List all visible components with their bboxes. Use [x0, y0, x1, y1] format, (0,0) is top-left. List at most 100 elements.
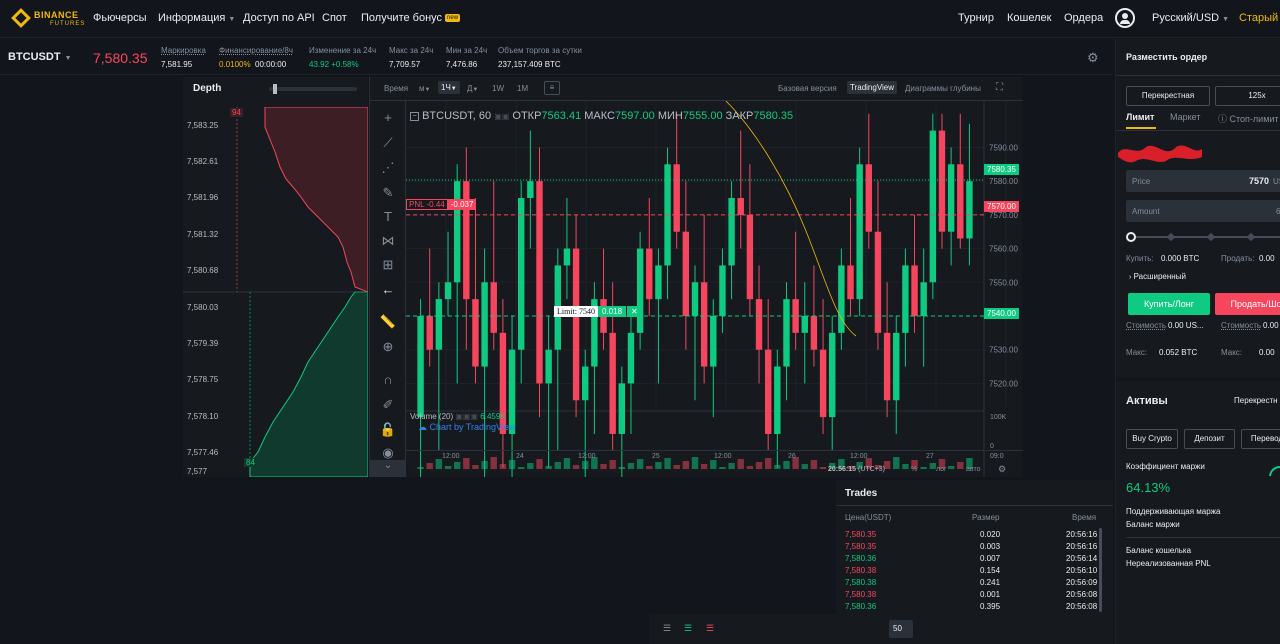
orderbook-both-icon[interactable]: ☰	[663, 623, 671, 634]
chevron-right-icon: ›	[1129, 274, 1132, 281]
trendline-icon[interactable]: ⟋	[379, 134, 397, 152]
low-value: 7,476.86	[446, 60, 478, 69]
leverage-button[interactable]: 125x	[1215, 86, 1280, 106]
close-icon[interactable]: ✕	[627, 306, 642, 317]
old-version-link[interactable]: Старый с	[1239, 12, 1280, 24]
lock-drawing-icon[interactable]: ✐	[379, 396, 397, 414]
auto-scale-button[interactable]: авто	[966, 466, 980, 473]
back-arrow-icon[interactable]: ←	[379, 281, 397, 299]
chart-settings-gear-icon[interactable]: ⚙	[998, 464, 1006, 475]
text-icon[interactable]: T	[379, 208, 397, 226]
order-panel-title: Разместить ордер	[1126, 52, 1208, 62]
amount-slider[interactable]	[1126, 232, 1280, 242]
drawing-toolbar: + ⟋ ⋰ ✎ T ⋈ ⊞ ← 📏 ⊕ ∩ ✐ 🔓 ◉ ⌄	[370, 101, 406, 477]
candle-body	[874, 231, 882, 333]
candle-body	[893, 332, 900, 401]
tab-stop-limit[interactable]: ⓘ Стоп-лимит	[1218, 112, 1279, 125]
time-tick: 12:00	[442, 453, 460, 460]
nav-orders[interactable]: Ордера	[1064, 12, 1103, 24]
buy-long-button[interactable]: Купить/Лонг	[1128, 293, 1210, 315]
candle-body	[609, 332, 616, 434]
candle-body	[764, 349, 772, 434]
trade-time: 20:56:14	[1066, 554, 1098, 563]
volume-legend-icons[interactable]: ▣▣▣	[455, 412, 478, 421]
nav-info[interactable]: Информация ▼	[158, 12, 235, 24]
nav-bonus-label: Получите бонус	[361, 12, 443, 24]
brush-icon[interactable]: ✎	[379, 184, 397, 202]
binance-logo[interactable]: BINANCE FUTURES	[10, 7, 90, 31]
crosshair-icon[interactable]: +	[379, 109, 397, 127]
indicators-icon[interactable]: ≡	[544, 81, 560, 95]
trades-scrollbar[interactable]	[1099, 528, 1102, 612]
magnet-icon[interactable]: ∩	[379, 371, 397, 389]
fullscreen-icon[interactable]: ⛶	[996, 82, 1003, 93]
advanced-toggle[interactable]: › Расширенный	[1129, 272, 1186, 281]
deposit-button[interactable]: Депозит	[1184, 429, 1235, 449]
tradingview-tab[interactable]: TradingView	[847, 81, 898, 94]
pattern-icon[interactable]: ⋈	[379, 232, 397, 250]
minutes-select[interactable]: м▼	[419, 84, 430, 93]
trades-title: Trades	[845, 488, 878, 499]
log-scale-button[interactable]: лог	[936, 466, 947, 473]
unrealized-pnl-label: Нереализованная PNL	[1126, 559, 1211, 568]
nav-spot[interactable]: Спот	[322, 12, 347, 24]
zoom-in-icon[interactable]: ⊕	[379, 338, 397, 356]
lock-icon[interactable]: 🔓	[379, 421, 397, 439]
language-label: Русский/USD	[1152, 12, 1220, 24]
basic-version-tab[interactable]: Базовая версия	[778, 84, 837, 93]
ruler-icon[interactable]: 📏	[379, 313, 397, 331]
depth-zoom-slider[interactable]	[269, 84, 357, 94]
transfer-button[interactable]: Перевод	[1241, 429, 1280, 449]
watermark-label: Chart by TradingView	[429, 422, 516, 432]
interval-1h[interactable]: 1Ч▼	[438, 81, 460, 94]
prediction-icon[interactable]: ⊞	[379, 256, 397, 274]
time-label: Время	[384, 84, 409, 93]
orderbook-bids-icon[interactable]: ☰	[684, 623, 692, 634]
nav-wallet[interactable]: Кошелек	[1007, 12, 1051, 24]
depth-price-label: 7,577.46	[187, 448, 219, 457]
max-buy-value: 0.052 BTC	[1159, 348, 1198, 357]
tab-market[interactable]: Маркет	[1170, 112, 1200, 122]
limit-order-tag[interactable]: Limit: 7540 0.018 ✕	[554, 306, 642, 320]
orderbook-asks-icon[interactable]: ☰	[706, 623, 714, 634]
candle-body	[957, 164, 964, 239]
volume-label: Объем торгов за сутки	[498, 46, 582, 55]
legend-eye-icon[interactable]: ▣▣	[494, 112, 509, 121]
symbol-select[interactable]: BTCUSDT ▼	[8, 51, 72, 63]
candle-body	[563, 248, 571, 266]
tab-limit[interactable]: Лимит	[1126, 112, 1154, 122]
sell-short-button[interactable]: Продать/Шо	[1215, 293, 1280, 315]
language-select[interactable]: Русский/USD ▼	[1152, 12, 1229, 24]
percent-scale-button[interactable]: %	[911, 466, 917, 473]
user-avatar-icon[interactable]	[1115, 8, 1135, 28]
depth-size-select[interactable]: 50	[889, 620, 913, 638]
interval-1m[interactable]: 1M	[517, 84, 528, 93]
interval-1w[interactable]: 1W	[492, 84, 504, 93]
pnl-tag[interactable]: PNL -0.44 -0.037	[406, 199, 477, 212]
nav-futures[interactable]: Фьючерсы	[93, 12, 146, 24]
new-badge: new	[445, 14, 461, 23]
legend-collapse-icon[interactable]: −	[410, 111, 419, 121]
depth-ask-marker: 94	[230, 108, 243, 117]
slider-handle[interactable]	[273, 84, 277, 94]
price-input[interactable]: Price 7570 US	[1126, 170, 1280, 192]
day-select[interactable]: Д▼	[467, 84, 478, 93]
buy-crypto-button[interactable]: Buy Crypto	[1126, 429, 1178, 449]
cost-buy-label: Стоимость	[1126, 321, 1167, 330]
nav-api[interactable]: Доступ по API	[243, 12, 315, 24]
margin-mode-button[interactable]: Перекрестная	[1126, 86, 1210, 106]
time-axis: 12:00 24 12:00 25 12:00 26 12:00 27 09:0…	[406, 450, 1023, 477]
slider-handle[interactable]	[1126, 232, 1136, 242]
amount-input[interactable]: Amount 6	[1126, 200, 1280, 222]
fib-icon[interactable]: ⋰	[379, 159, 397, 177]
nav-tournament[interactable]: Турнир	[958, 12, 994, 24]
depth-chart-tab[interactable]: Диаграммы глубины	[905, 84, 981, 93]
legend-low-label: МИН	[657, 110, 683, 122]
nav-bonus[interactable]: Получите бонус new	[361, 12, 461, 24]
candle-body	[417, 315, 424, 418]
chart-toolbar: Время м▼ 1Ч▼ Д▼ 1W 1M ≡ Базовая версия T…	[370, 77, 1023, 101]
assets-mode[interactable]: Перекрестн	[1234, 396, 1278, 405]
settings-gear-icon[interactable]: ⚙	[1087, 50, 1099, 66]
collapse-arrow-icon[interactable]: ⌄	[370, 460, 406, 477]
tradingview-watermark[interactable]: ☁ Chart by TradingView	[418, 422, 515, 433]
